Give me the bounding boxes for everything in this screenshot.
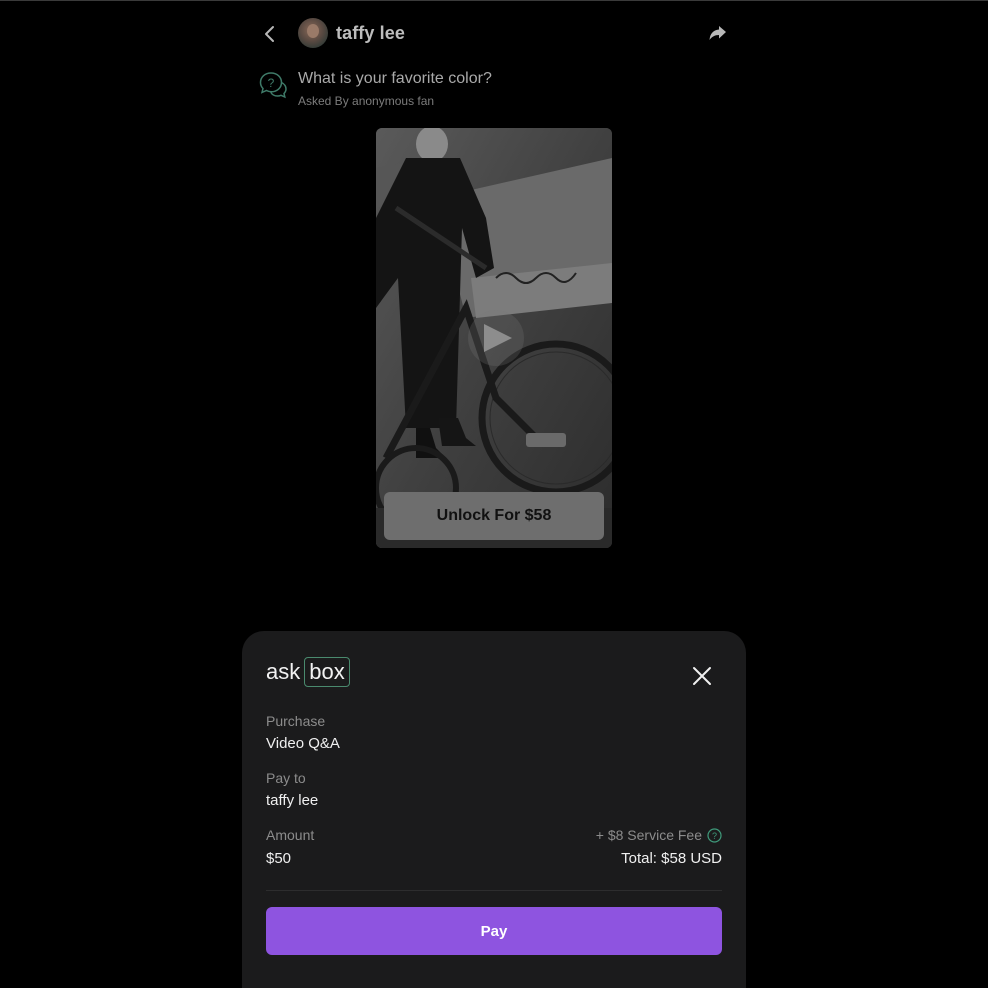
amount-value: $50 (266, 850, 292, 867)
pay-to-label: Pay to (266, 770, 306, 786)
service-fee-text: + $8 Service Fee (595, 827, 702, 843)
question-bubble-icon: ? (258, 70, 288, 100)
creator-name[interactable]: taffy lee (336, 23, 405, 44)
share-arrow-icon (709, 26, 726, 40)
svg-text:?: ? (712, 831, 717, 841)
back-button[interactable] (258, 22, 282, 46)
total-amount: Total: $58 USD (621, 850, 722, 867)
question-text: What is your favorite color? (298, 70, 492, 87)
play-icon (468, 310, 524, 366)
avatar-face (307, 24, 319, 38)
service-fee: + $8 Service Fee ? (596, 827, 722, 843)
divider (266, 890, 722, 891)
asked-by-text: Asked By anonymous fan (298, 94, 435, 108)
checkout-sheet: ask box Purchase Video Q&A Pay to taffy … (242, 631, 746, 988)
purchase-value: Video Q&A (266, 735, 340, 752)
top-border (0, 0, 988, 1)
help-circle-icon[interactable]: ? (707, 827, 722, 843)
chevron-left-icon (265, 26, 274, 42)
logo-box-text: box (304, 657, 350, 687)
close-icon (693, 667, 711, 685)
avatar[interactable] (298, 18, 328, 48)
share-button[interactable] (706, 22, 730, 46)
askbox-logo: ask box (266, 656, 350, 688)
logo-ask-text: ask (266, 659, 301, 684)
play-button[interactable] (466, 306, 526, 370)
amount-label: Amount (266, 827, 315, 843)
svg-text:?: ? (268, 76, 275, 90)
header: taffy lee (258, 16, 730, 52)
question-block: ? What is your favorite color? Asked By … (258, 68, 730, 112)
close-button[interactable] (690, 664, 714, 688)
unlock-button[interactable]: Unlock For $58 (384, 492, 604, 540)
purchase-label: Purchase (266, 713, 326, 729)
pay-button[interactable]: Pay (266, 907, 722, 955)
pay-to-value: taffy lee (266, 792, 319, 809)
